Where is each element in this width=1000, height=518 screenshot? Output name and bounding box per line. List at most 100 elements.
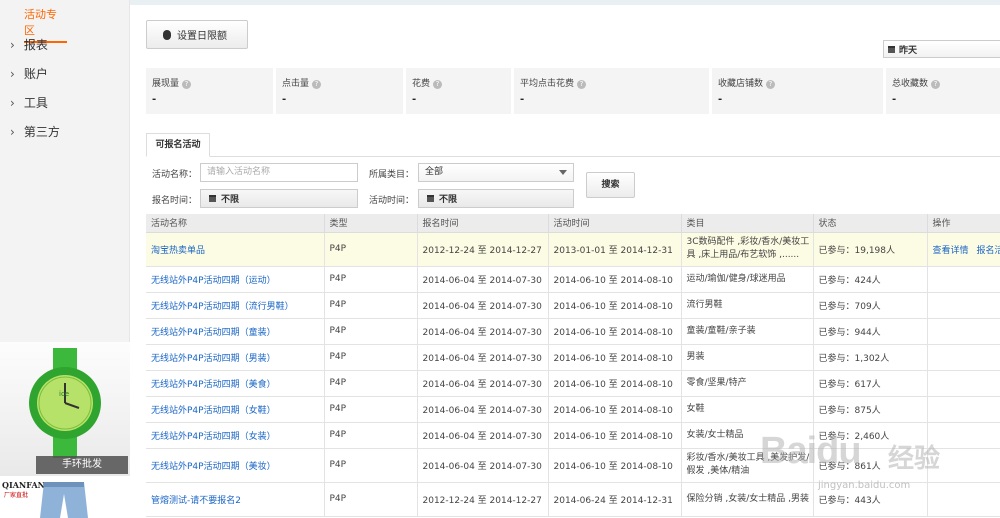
status-cell: 已参与：424人	[813, 266, 928, 293]
help-icon[interactable]: ?	[766, 80, 776, 89]
stat-avg-click-cost: 平均点击花费? -	[514, 68, 712, 114]
type-cell: P4P	[324, 266, 418, 293]
sidebar-item-label: 报表	[23, 38, 48, 52]
help-icon[interactable]: ?	[312, 80, 322, 89]
stat-cost: 花费? -	[406, 68, 514, 114]
help-icon[interactable]: ?	[577, 80, 587, 89]
operations-cell: 查看详情报名活	[927, 232, 1000, 267]
date-range-value: 昨天	[899, 45, 918, 56]
chevron-right-icon: ›	[10, 125, 15, 139]
operations-cell	[927, 292, 1000, 319]
help-icon[interactable]: ?	[931, 80, 941, 89]
table-row: 无线站外P4P活动四期（美妆） P4P 2014-06-04 至 2014-07…	[146, 448, 1000, 483]
signup-time-cell: 2014-06-04 至 2014-07-30	[417, 318, 549, 345]
status-cell: 已参与：944人	[813, 318, 928, 345]
sidebar-item-third-party[interactable]: › 第三方	[10, 123, 60, 140]
table-row: 无线站外P4P活动四期（女鞋） P4P 2014-06-04 至 2014-07…	[146, 396, 1000, 423]
column-header: 操作	[927, 214, 1000, 233]
stats-bar: 展现量? - 点击量? - 花费? - 平均点击花费? - 收藏店铺数? - 总…	[146, 68, 1000, 114]
operations-cell	[927, 370, 1000, 397]
category-select-value: 全部	[425, 167, 444, 177]
signup-link[interactable]: 报名活	[977, 246, 1000, 256]
activity-name-input[interactable]: 请输入活动名称	[200, 163, 358, 182]
activity-name-link[interactable]: 无线站外P4P活动四期（美食）	[151, 380, 276, 390]
help-icon[interactable]: ?	[182, 80, 192, 89]
tab-available-activities[interactable]: 可报名活动	[146, 133, 210, 157]
operations-cell	[927, 448, 1000, 483]
activity-time-label: 活动时间：	[369, 196, 415, 206]
sidebar-item-reports[interactable]: › 报表	[10, 36, 48, 53]
signup-time-label: 报名时间：	[152, 196, 198, 206]
table-row: 无线站外P4P活动四期（美食） P4P 2014-06-04 至 2014-07…	[146, 370, 1000, 397]
activity-name-link[interactable]: 无线站外P4P活动四期（童装）	[151, 328, 276, 338]
search-button[interactable]: 搜索	[586, 172, 635, 198]
svg-text:ice: ice	[59, 390, 69, 398]
category-select[interactable]: 全部	[418, 163, 574, 182]
sidebar-item-label: 第三方	[23, 125, 60, 139]
signup-time-cell: 2014-06-04 至 2014-07-30	[417, 292, 549, 319]
stat-impressions: 展现量? -	[146, 68, 276, 114]
stat-value: -	[412, 94, 417, 105]
type-cell: P4P	[324, 292, 418, 319]
watch-image: ice	[29, 348, 101, 458]
activity-name-link[interactable]: 无线站外P4P活动四期（运动）	[151, 276, 276, 286]
activity-time-cell: 2014-06-10 至 2014-08-10	[548, 318, 682, 345]
operations-cell	[927, 344, 1000, 371]
status-cell: 已参与：443人	[813, 482, 928, 517]
stat-value: -	[152, 94, 157, 105]
left-sidebar: 活动专区 › 报表 › 账户 › 工具 › 第三方 ice 手环批发 QIANF…	[0, 0, 130, 518]
activity-time-cell: 2014-06-10 至 2014-08-10	[548, 292, 682, 319]
watch-ad-banner[interactable]: ice 手环批发	[0, 342, 130, 476]
activity-name-link[interactable]: 无线站外P4P活动四期（美妆）	[151, 462, 276, 472]
status-cell: 已参与：617人	[813, 370, 928, 397]
help-icon[interactable]: ?	[433, 80, 443, 89]
activities-table: 活动名称 类型 报名时间 活动时间 类目 状态 操作 淘宝热卖单品 P4P 20…	[146, 214, 1000, 517]
activity-time-cell: 2014-06-10 至 2014-08-10	[548, 396, 682, 423]
signup-time-cell: 2014-06-04 至 2014-07-30	[417, 396, 549, 423]
chevron-right-icon: ›	[10, 96, 15, 110]
table-row: 无线站外P4P活动四期（男装） P4P 2014-06-04 至 2014-07…	[146, 344, 1000, 371]
stat-value: -	[520, 94, 525, 105]
activity-name-link[interactable]: 淘宝热卖单品	[151, 246, 205, 256]
ad-caption: 手环批发	[36, 456, 128, 474]
activity-time-cell: 2013-01-01 至 2014-12-31	[548, 232, 682, 267]
activity-name-link[interactable]: 管熔测试-请不要报名2	[151, 496, 241, 506]
type-cell: P4P	[324, 318, 418, 345]
sidebar-item-tools[interactable]: › 工具	[10, 94, 48, 111]
signup-time-select[interactable]: 不限	[200, 189, 358, 208]
category-label: 所属类目：	[369, 170, 415, 180]
activity-name-link[interactable]: 无线站外P4P活动四期（流行男鞋）	[151, 302, 294, 312]
category-cell: 运动/瑜伽/健身/球迷用品	[681, 266, 814, 293]
calendar-icon	[888, 45, 895, 53]
activity-name-link[interactable]: 无线站外P4P活动四期（男装）	[151, 354, 276, 364]
date-range-select[interactable]: 昨天	[883, 40, 1000, 58]
activity-time-cell: 2014-06-10 至 2014-08-10	[548, 448, 682, 483]
stat-value: -	[718, 94, 723, 105]
status-cell: 已参与：709人	[813, 292, 928, 319]
type-cell: P4P	[324, 448, 418, 483]
type-cell: P4P	[324, 482, 418, 517]
stat-value: -	[282, 94, 287, 105]
activity-name-link[interactable]: 无线站外P4P活动四期（女装）	[151, 432, 276, 442]
activity-name-link[interactable]: 无线站外P4P活动四期（女鞋）	[151, 406, 276, 416]
activity-time-cell: 2014-06-10 至 2014-08-10	[548, 266, 682, 293]
stat-label: 展现量	[152, 79, 180, 89]
tab-divider	[146, 156, 1000, 157]
signup-time-cell: 2012-12-24 至 2014-12-27	[417, 482, 549, 517]
activity-time-cell: 2014-06-10 至 2014-08-10	[548, 370, 682, 397]
stat-total-favorites: 总收藏数? -	[886, 68, 1000, 114]
table-row: 管熔测试-请不要报名2 P4P 2012-12-24 至 2014-12-27 …	[146, 482, 1000, 517]
activity-time-cell: 2014-06-10 至 2014-08-10	[548, 344, 682, 371]
activity-time-select[interactable]: 不限	[418, 189, 574, 208]
chevron-right-icon: ›	[10, 38, 15, 52]
sidebar-item-account[interactable]: › 账户	[10, 65, 48, 82]
category-cell: 男装	[681, 344, 814, 371]
calendar-icon	[209, 195, 216, 202]
activity-time-value: 不限	[439, 195, 458, 205]
jeans-ad-banner[interactable]: QIANFANG 厂家直批	[0, 476, 130, 518]
set-daily-limit-button[interactable]: 设置日限额	[146, 20, 248, 49]
view-details-link[interactable]: 查看详情	[933, 246, 969, 256]
stat-label: 收藏店铺数	[718, 79, 764, 89]
stat-shop-favorites: 收藏店铺数? -	[712, 68, 886, 114]
sidebar-item-label: 账户	[23, 67, 48, 81]
